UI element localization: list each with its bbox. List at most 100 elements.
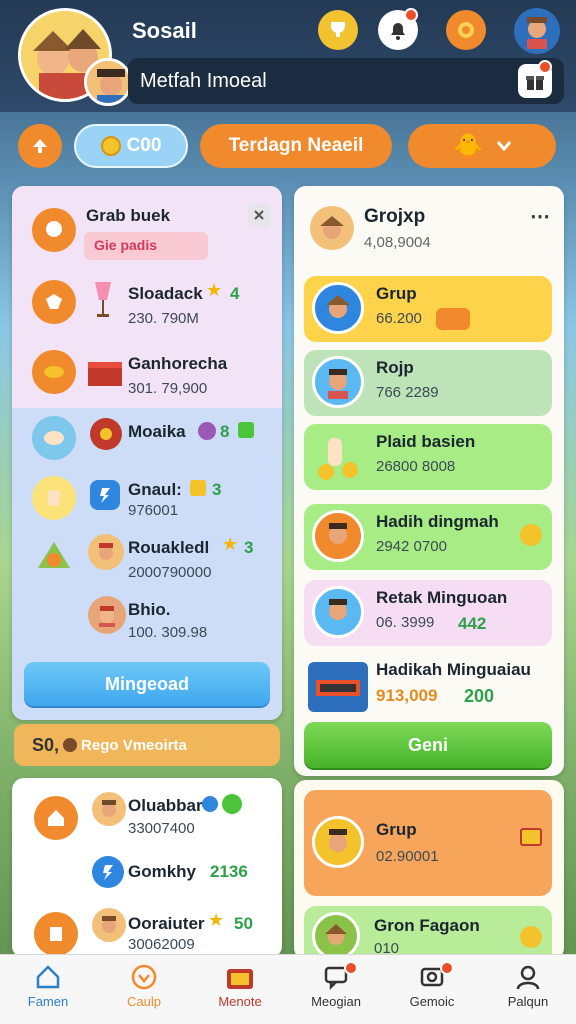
more-options-icon[interactable]: ⋯ [530, 204, 550, 229]
social-panel: Grab buek Gie padis Sloadack ★ 4 230. 79… [12, 186, 282, 720]
bottom-nav: Famen Caulp Menote Meogian Gemoic Palqun [0, 954, 576, 1024]
row-num: 2136 [210, 862, 248, 881]
friend-avatar [92, 908, 126, 942]
star-icon: ★ [222, 534, 239, 554]
star-icon: ★ [208, 910, 225, 930]
trending-label: Terdagn Neaeil [228, 135, 364, 156]
nav-label: Famen [27, 994, 69, 1009]
row-count: 3 [244, 538, 254, 557]
row-title: Moaika [128, 422, 186, 441]
member-avatar [312, 510, 364, 562]
row-value: 230. 790M [128, 310, 199, 327]
mingeoad-button[interactable]: Mingeoad [24, 662, 270, 706]
nav-label: Caulp [127, 994, 161, 1009]
row-title: Hadih dingmah [376, 512, 499, 531]
friend-avatar [88, 596, 126, 634]
back-button[interactable] [18, 124, 62, 168]
row-value: 301. 79,900 [128, 380, 208, 397]
row-title: Hadikah Minguaiau [376, 660, 531, 679]
tag-badge: Gie padis [84, 232, 208, 260]
row-value: 02.90001 [376, 848, 439, 865]
group-row[interactable]: Retak Minguoan 06. 3999 442 [304, 580, 552, 646]
member-avatar [312, 356, 364, 408]
group-row[interactable]: Hadikah Minguaiau 913,009 200 [304, 654, 552, 720]
leaf-icon [222, 794, 242, 814]
coin-icon[interactable] [446, 10, 486, 50]
row-value: 33007400 [128, 820, 195, 837]
glass-icon [92, 280, 114, 320]
trophy-icon[interactable] [318, 10, 358, 50]
search-text: Metfah Imoeal [140, 70, 267, 92]
row-num: 442 [458, 614, 487, 633]
coin-icon [520, 524, 542, 546]
emoji-icon: 🐥 [453, 132, 483, 160]
group-row[interactable]: Grup 02.90001 [304, 790, 552, 896]
search-bar[interactable]: Metfah Imoeal [128, 58, 564, 104]
reward-image [308, 662, 368, 712]
nav-home[interactable]: Famen [0, 955, 96, 1024]
member-avatar [312, 282, 364, 334]
reward-bar[interactable]: S0, Rego Vmeoirta [14, 724, 280, 766]
home-icon [36, 965, 60, 989]
group-row[interactable]: Rojp 766 2289 [304, 350, 552, 416]
activity-panel: Oluabbar 33007400 Gomkhy 2136 Ooraiuter … [12, 778, 282, 958]
heart-icon [131, 964, 157, 990]
coin-icon [63, 738, 78, 752]
group-avatar [310, 206, 354, 250]
notification-badge [404, 8, 418, 22]
chevron-down-icon [496, 141, 511, 151]
row-title: Gomkhy [128, 862, 197, 881]
camera-badge [440, 961, 454, 975]
row-count: 8 [220, 422, 230, 441]
food-icon [32, 350, 76, 394]
group-row[interactable]: Plaid basien 26800 8008 [304, 424, 552, 490]
nav-menote[interactable]: Menote [192, 955, 288, 1024]
group-row[interactable]: Hadih dingmah 2942 0700 [304, 504, 552, 570]
shop-icon [227, 969, 253, 989]
group-title: Grojxp [364, 206, 426, 227]
member-avatar [312, 816, 364, 868]
reward-label: Rego Vmeoirta [81, 736, 187, 754]
hand-icon [32, 416, 76, 460]
user-avatar-icon[interactable] [514, 8, 560, 54]
chat-badge [344, 961, 358, 975]
close-icon[interactable] [248, 204, 270, 226]
friend-avatar [88, 534, 124, 570]
row-value: 766 2289 [376, 384, 439, 401]
nav-label: Menote [218, 994, 262, 1009]
nav-meogian[interactable]: Meogian [288, 955, 384, 1024]
nav-gemoic[interactable]: Gemoic [384, 955, 480, 1024]
panel-title: Grab buek [86, 206, 171, 225]
geni-button[interactable]: Geni [304, 722, 552, 768]
group-list-panel: Grup 02.90001 Gron Fagaon 010 [294, 780, 564, 966]
row-title: Sloadack [128, 284, 203, 303]
row-title: Grup [376, 820, 417, 839]
group-row[interactable]: Grup 66.200 [304, 276, 552, 342]
app-title: Sosail [132, 18, 197, 43]
game-icon [32, 280, 76, 324]
coin-icon [100, 136, 121, 156]
nav-caulp[interactable]: Caulp [96, 955, 192, 1024]
leaf-icon [34, 538, 74, 578]
points-pill[interactable]: C00 [74, 124, 188, 168]
row-title: Oluabbar [128, 796, 203, 815]
profile-icon [516, 965, 540, 990]
member-avatar [312, 586, 364, 638]
nav-label: Palqun [507, 994, 549, 1009]
nav-profile[interactable]: Palqun [480, 955, 576, 1024]
ticket-icon [520, 828, 542, 846]
row-title: Grup [376, 284, 417, 303]
gift-badge [538, 60, 552, 74]
reward-value: S0, [32, 734, 60, 755]
filter-dropdown[interactable]: 🐥 [408, 124, 556, 168]
trending-pill[interactable]: Terdagn Neaeil [200, 124, 392, 168]
home-badge-icon [34, 796, 78, 840]
ticket-icon [190, 480, 206, 496]
row-value: 66.200 [376, 310, 422, 327]
coin-stack-icon [436, 308, 470, 330]
gem-icon [198, 422, 216, 440]
verified-icon [202, 796, 218, 812]
row-value: 976001 [128, 502, 179, 519]
friend-avatar[interactable] [84, 58, 132, 106]
row-title: Retak Minguoan [376, 588, 508, 607]
